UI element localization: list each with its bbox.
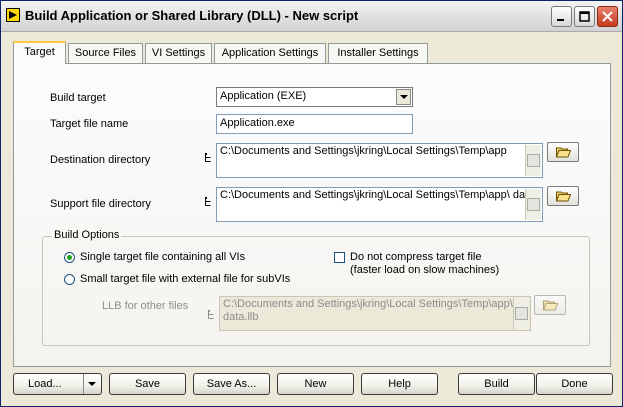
load-dropdown-button[interactable] [83, 374, 101, 394]
tab-application-settings[interactable]: Application Settings [214, 43, 326, 63]
target-file-name-input[interactable]: Application.exe [216, 114, 413, 134]
build-target-select[interactable]: Application (EXE) [216, 87, 413, 107]
help-button[interactable]: Help [361, 373, 438, 395]
build-application-window: Build Application or Shared Library (DLL… [0, 0, 623, 407]
llb-scrollbar [513, 298, 529, 329]
no-compress-checkbox[interactable] [334, 252, 345, 263]
tab-vi-settings[interactable]: VI Settings [145, 43, 212, 63]
support-directory-input[interactable]: C:\Documents and Settings\jkring\Local S… [216, 187, 543, 222]
target-tab-panel: Build target Application (EXE) Target fi… [13, 63, 611, 367]
folder-open-icon [556, 147, 571, 158]
minimize-button[interactable] [551, 6, 572, 27]
single-file-label[interactable]: Single target file containing all VIs [80, 251, 245, 263]
target-file-name-label: Target file name [50, 118, 129, 130]
build-button[interactable]: Build [458, 373, 535, 395]
load-button[interactable]: Load... [13, 373, 102, 395]
llb-browse-button [534, 295, 566, 315]
folder-open-icon [556, 191, 571, 202]
title-bar: Build Application or Shared Library (DLL… [1, 1, 622, 32]
labview-app-icon [6, 8, 20, 22]
path-indicator-icon [205, 153, 211, 162]
single-file-radio[interactable] [64, 252, 75, 263]
destination-directory-value: C:\Documents and Settings\jkring\Local S… [220, 145, 507, 157]
llb-label: LLB for other files [102, 300, 189, 312]
support-directory-label: Support file directory [50, 198, 151, 210]
done-button[interactable]: Done [536, 373, 613, 395]
build-target-label: Build target [50, 92, 106, 104]
tab-source-files[interactable]: Source Files [68, 43, 143, 63]
save-button[interactable]: Save [109, 373, 186, 395]
tab-installer-settings[interactable]: Installer Settings [328, 43, 428, 63]
path-indicator-icon [205, 197, 211, 206]
build-target-value: Application (EXE) [220, 90, 307, 102]
support-browse-button[interactable] [547, 186, 579, 206]
close-button[interactable] [597, 6, 618, 27]
save-as-button[interactable]: Save As... [193, 373, 270, 395]
llb-input: C:\Documents and Settings\jkring\Local S… [219, 296, 531, 331]
support-directory-value: C:\Documents and Settings\jkring\Local S… [220, 189, 535, 201]
no-compress-hint: (faster load on slow machines) [350, 264, 500, 276]
tab-target[interactable]: Target [13, 41, 66, 64]
llb-value: C:\Documents and Settings\jkring\Local S… [223, 298, 513, 323]
load-button-label: Load... [28, 378, 62, 390]
path-indicator-icon [208, 310, 214, 319]
destination-scrollbar[interactable] [525, 145, 541, 176]
new-button[interactable]: New [277, 373, 354, 395]
window-title: Build Application or Shared Library (DLL… [25, 8, 359, 23]
destination-directory-input[interactable]: C:\Documents and Settings\jkring\Local S… [216, 143, 543, 178]
destination-browse-button[interactable] [547, 142, 579, 162]
small-file-label[interactable]: Small target file with external file for… [80, 273, 290, 285]
chevron-down-icon [88, 382, 96, 386]
destination-directory-label: Destination directory [50, 154, 151, 166]
folder-open-icon [543, 300, 558, 311]
no-compress-label[interactable]: Do not compress target file [350, 251, 481, 263]
small-file-radio[interactable] [64, 274, 75, 285]
support-scrollbar[interactable] [525, 189, 541, 220]
build-options-title: Build Options [52, 229, 122, 241]
maximize-button[interactable] [574, 6, 595, 27]
dropdown-arrow-icon[interactable] [396, 89, 411, 105]
